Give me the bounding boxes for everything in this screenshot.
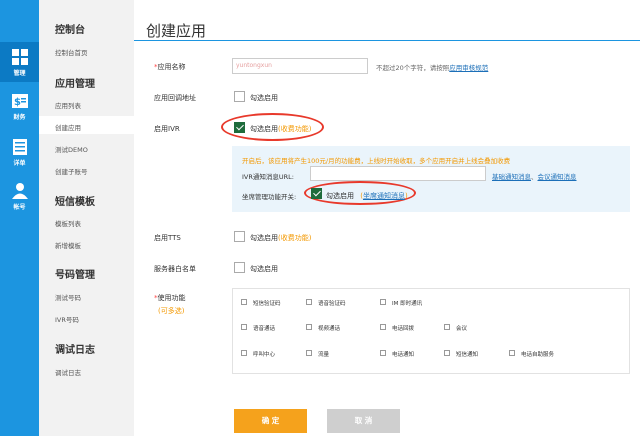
- nav-item-selected-bg: [39, 116, 134, 134]
- tts-check-label: 勾选启用(收费功能): [250, 234, 312, 242]
- ivr-url-label: IVR通知消息URL:: [242, 173, 294, 181]
- feature-checkbox[interactable]: [306, 350, 312, 356]
- rail-label: 管理: [13, 70, 26, 77]
- grid-icon: [11, 49, 28, 65]
- callback-check-label: 勾选启用: [250, 94, 278, 102]
- callback-checkbox[interactable]: [234, 91, 245, 102]
- nav-section-console: 控制台: [55, 25, 85, 36]
- rail-item-account[interactable]: 帐号: [0, 176, 39, 216]
- seat-notify-link[interactable]: 坐席通知消息: [363, 192, 405, 200]
- tts-label: 启用TTS: [154, 234, 181, 242]
- nav-item-console-home[interactable]: 控制台首页: [55, 47, 88, 57]
- nav-section-apps: 应用管理: [55, 79, 95, 90]
- feature-checkbox[interactable]: [380, 350, 386, 356]
- feature-checkbox[interactable]: [241, 299, 247, 305]
- feature-checkbox[interactable]: [444, 350, 450, 356]
- feature-label: 电话回拨: [392, 326, 415, 332]
- feature-checkbox[interactable]: [241, 324, 247, 330]
- app-name-label: *应用名称: [154, 63, 186, 71]
- seat-mgmt-check-label: 勾选启用 (坐席通知消息): [326, 192, 408, 200]
- rail-item-manage[interactable]: 管理: [0, 42, 39, 82]
- feature-checkbox[interactable]: [306, 324, 312, 330]
- app-name-hint: 不超过20个字符，请按照应用审核规范: [376, 64, 489, 72]
- feature-label: 电话自助服务: [521, 352, 555, 358]
- rail-label: 详单: [13, 160, 26, 167]
- nav-section-logs: 调试日志: [55, 345, 95, 356]
- list-icon: [12, 139, 27, 155]
- rail-label: 帐号: [13, 204, 26, 211]
- feature-checkbox[interactable]: [380, 299, 386, 305]
- user-icon: [11, 183, 28, 199]
- ivr-url-input[interactable]: [310, 166, 486, 181]
- feature-label: 短信验证码: [253, 301, 281, 307]
- seat-mgmt-checkbox[interactable]: [311, 188, 322, 199]
- ivr-fee-notice: 开启后，该应用将产生100元/月的功能费，上线时开始收取，多个应用开启并上线会叠…: [242, 157, 511, 165]
- nav-section-numbers: 号码管理: [55, 270, 95, 281]
- nav-item-add-template[interactable]: 新增模板: [55, 240, 81, 250]
- nav-section-sms: 短信模板: [55, 197, 95, 208]
- svg-text:$: $: [14, 97, 21, 108]
- seat-mgmt-label: 坐席管理功能开关:: [242, 193, 297, 201]
- rail-item-detail[interactable]: 详单: [0, 132, 39, 172]
- cancel-button[interactable]: 取 消: [327, 409, 400, 433]
- main-content: 创建应用 *应用名称 yuntongxun 不超过20个字符，请按照应用审核规范…: [134, 0, 640, 436]
- feature-checkbox[interactable]: [306, 299, 312, 305]
- ivr-label: 启用IVR: [154, 125, 180, 133]
- feature-label: 呼叫中心: [253, 352, 276, 358]
- feature-label: 短信通知: [456, 352, 479, 358]
- feature-label: IM 即时通讯: [392, 301, 423, 307]
- nav-item-test-numbers[interactable]: 测试号码: [55, 292, 81, 302]
- ivr-check-label: 勾选启用(收费功能): [250, 125, 312, 133]
- tts-checkbox[interactable]: [234, 231, 245, 242]
- nav-item-template-list[interactable]: 模板列表: [55, 218, 81, 228]
- feature-label: 电话通知: [392, 352, 415, 358]
- nav-item-test-demo[interactable]: 测试DEMO: [55, 144, 88, 154]
- features-box: [232, 288, 630, 374]
- callback-label: 应用回调地址: [154, 94, 196, 102]
- title-divider: [134, 40, 640, 41]
- feature-label: 会议: [456, 326, 468, 332]
- nav-item-ivr-numbers[interactable]: IVR号码: [55, 314, 79, 324]
- feature-checkbox[interactable]: [509, 350, 515, 356]
- ivr-url-links: 基础通知消息、会议通知消息: [492, 173, 577, 181]
- review-rules-link[interactable]: 应用审核规范: [449, 64, 488, 72]
- nav-item-create-subaccount[interactable]: 创建子账号: [55, 166, 88, 176]
- side-nav: 控制台 控制台首页 应用管理 应用列表 创建应用 测试DEMO 创建子账号 短信…: [39, 0, 134, 436]
- feature-label: 流量: [318, 352, 330, 358]
- whitelist-check-label: 勾选启用: [250, 265, 278, 273]
- features-label: *使用功能: [154, 294, 186, 302]
- feature-label: 语音验证码: [318, 301, 346, 307]
- conference-notify-link[interactable]: 会议通知消息: [538, 173, 577, 181]
- feature-checkbox[interactable]: [380, 324, 386, 330]
- page-title: 创建应用: [146, 22, 207, 40]
- confirm-button[interactable]: 确 定: [234, 409, 307, 433]
- whitelist-checkbox[interactable]: [234, 262, 245, 273]
- nav-item-debug-log[interactable]: 调试日志: [55, 367, 81, 377]
- rail-item-finance[interactable]: $ 财务: [0, 86, 39, 126]
- icon-rail: 管理 $ 财务 详单 帐号: [0, 0, 39, 436]
- whitelist-label: 服务器白名单: [154, 265, 196, 273]
- feature-checkbox[interactable]: [241, 350, 247, 356]
- basic-notify-link[interactable]: 基础通知消息: [492, 173, 531, 181]
- rail-label: 财务: [13, 114, 26, 121]
- nav-item-create-app[interactable]: 创建应用: [55, 122, 81, 132]
- feature-label: 语音通话: [253, 326, 276, 332]
- feature-label: 视频通话: [318, 326, 341, 332]
- money-icon: $: [11, 94, 28, 108]
- ivr-checkbox[interactable]: [234, 122, 245, 133]
- feature-checkbox[interactable]: [444, 324, 450, 330]
- features-multi-hint: (可多选): [158, 307, 185, 315]
- nav-item-app-list[interactable]: 应用列表: [55, 100, 81, 110]
- app-name-input[interactable]: yuntongxun: [232, 58, 368, 74]
